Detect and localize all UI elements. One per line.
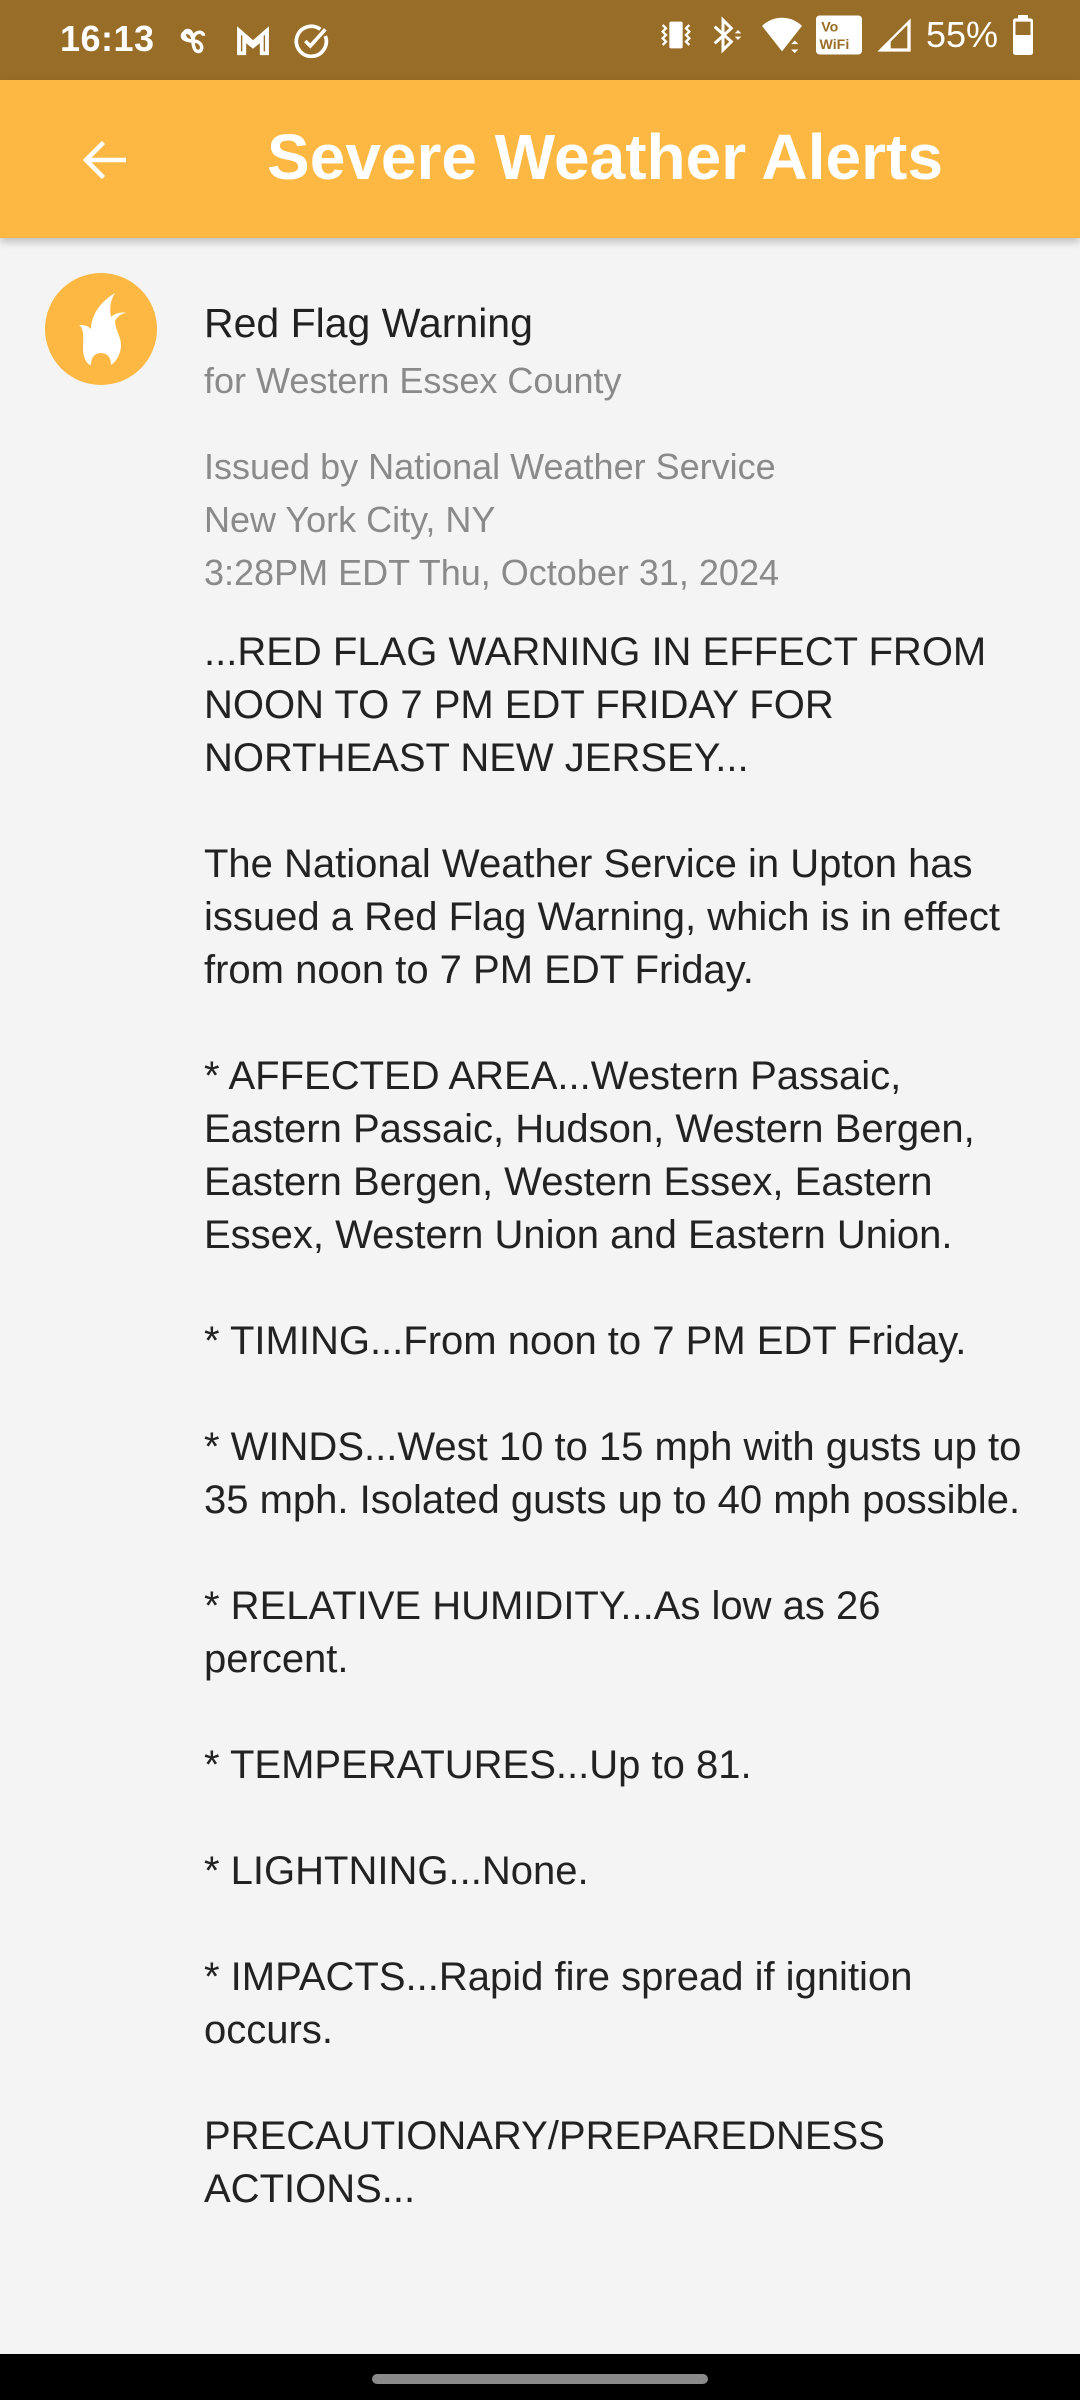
body-paragraph: * IMPACTS...Rapid fire spread if ignitio…: [204, 1955, 913, 2052]
home-handle[interactable]: [372, 2374, 708, 2384]
body-paragraph: * RELATIVE HUMIDITY...As low as 26 perce…: [204, 1584, 881, 1681]
notification-icons: [172, 20, 332, 62]
vibrate-icon: [660, 21, 691, 49]
alert-body: ...RED FLAG WARNING IN EFFECT FROM NOON …: [204, 626, 1024, 2269]
app-bar: Severe Weather Alerts: [0, 80, 1080, 238]
alert-title: Red Flag Warning: [204, 300, 533, 346]
alert-area: for Western Essex County: [204, 360, 622, 401]
issued-time: 3:28PM EDT Thu, October 31, 2024: [204, 552, 779, 593]
body-paragraph: * AFFECTED AREA...Western Passaic, Easte…: [204, 1054, 975, 1257]
status-time: 16:13: [60, 18, 155, 59]
cell-signal-icon: [877, 18, 911, 52]
body-paragraph: ...RED FLAG WARNING IN EFFECT FROM NOON …: [204, 630, 987, 780]
body-paragraph: * WINDS...West 10 to 15 mph with gusts u…: [204, 1425, 1022, 1522]
body-paragraph: * LIGHTNING...None.: [204, 1849, 589, 1893]
gmail-icon: [237, 26, 269, 56]
system-status-icons: Vo WiFi 55%: [656, 14, 1036, 56]
svg-text:WiFi: WiFi: [819, 36, 849, 52]
issued-by: Issued by National Weather Service: [204, 446, 776, 487]
svg-text:Vo: Vo: [821, 18, 838, 34]
pinwheel-icon: [180, 28, 206, 54]
issued-info: Issued by National Weather Service New Y…: [204, 440, 779, 599]
gesture-nav-bar: [0, 2354, 1080, 2400]
check-circle-icon: [294, 24, 329, 59]
body-paragraph: * TEMPERATURES...Up to 81.: [204, 1743, 752, 1787]
battery-percent: 55%: [925, 14, 998, 55]
flame-icon: [79, 293, 127, 365]
battery-icon: [1013, 15, 1033, 55]
alert-type-badge: [45, 273, 157, 385]
body-paragraph: PRECAUTIONARY/PREPAREDNESS ACTIONS...: [204, 2114, 885, 2211]
body-paragraph: The National Weather Service in Upton ha…: [204, 842, 1000, 992]
vowifi-icon: Vo WiFi: [815, 15, 862, 55]
issued-office: New York City, NY: [204, 499, 496, 540]
status-bar: 16:13 Vo WiFi 55%: [0, 0, 1080, 80]
page-title: Severe Weather Alerts: [267, 121, 943, 193]
body-paragraph: * TIMING...From noon to 7 PM EDT Friday.: [204, 1319, 967, 1363]
wifi-icon: [761, 17, 802, 54]
bluetooth-icon: [713, 16, 742, 54]
